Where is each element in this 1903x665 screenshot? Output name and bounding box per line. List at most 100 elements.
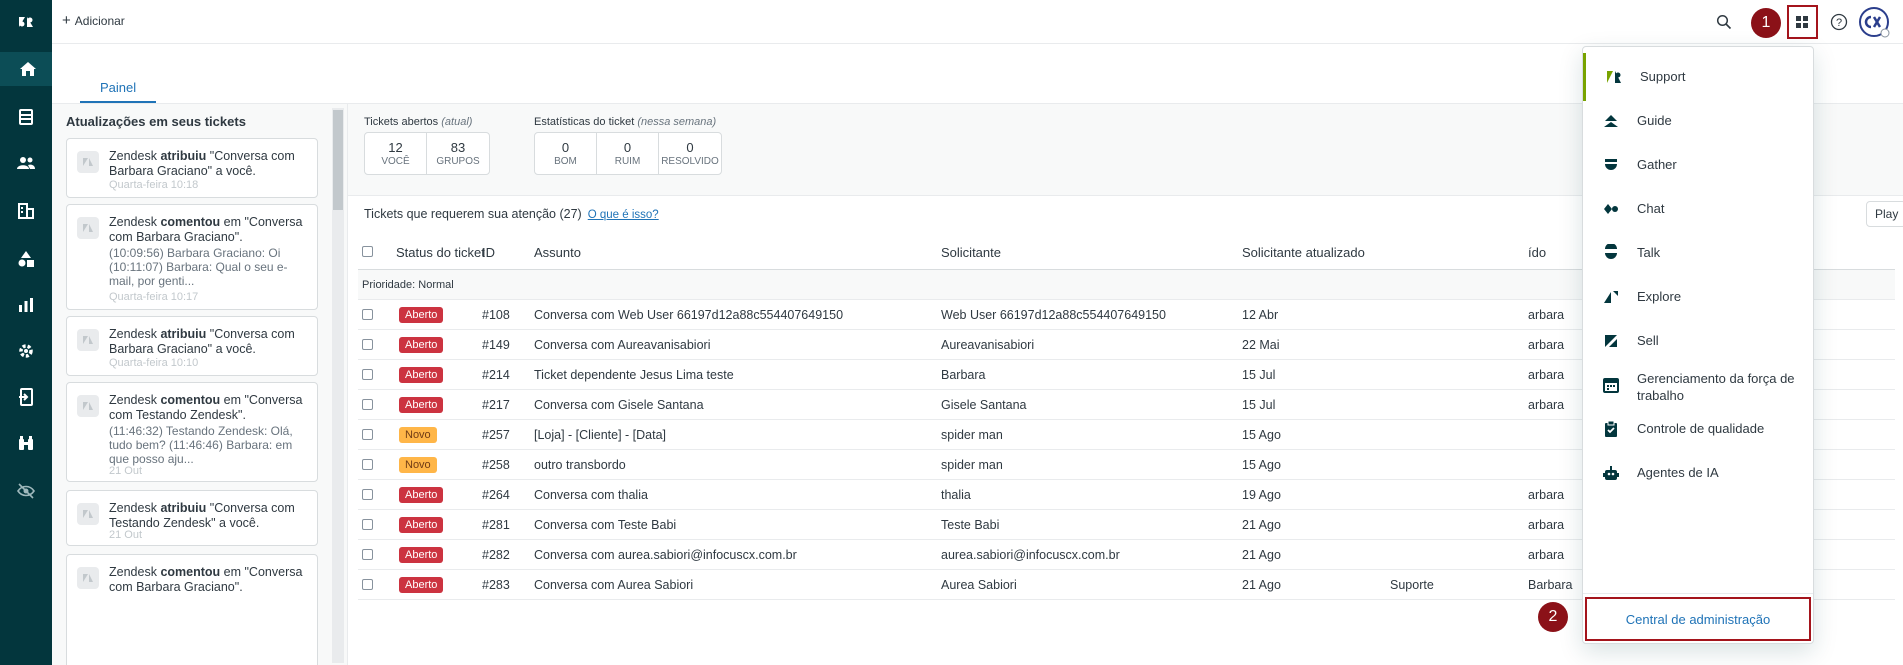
stat-solved[interactable]: 0 RESOLVIDO [659,133,721,174]
update-card[interactable]: Zendesk atribuiu "Conversa com Barbara G… [66,316,318,376]
row-checkbox[interactable] [362,339,373,350]
ticket-subject[interactable]: Conversa com aurea.sabiori@infocuscx.com… [534,548,797,562]
select-all-checkbox[interactable] [362,246,373,257]
zendesk-logo-icon[interactable] [0,0,52,44]
col-subject[interactable]: Assunto [534,245,581,260]
stat-bad[interactable]: 0 RUIM [597,133,659,174]
add-button[interactable]: + Adicionar [62,13,125,28]
row-checkbox[interactable] [362,369,373,380]
status-badge: Aberto [399,577,444,593]
update-card[interactable]: Zendesk atribuiu "Conversa com Testando … [66,490,318,546]
ticket-subject[interactable]: Conversa com Web User 66197d12a88c554407… [534,308,843,322]
ticket-updated: 15 Ago [1242,458,1281,472]
ticket-id: #149 [482,338,510,352]
tab-dashboard[interactable]: Painel [80,80,157,103]
ticket-subject[interactable]: Ticket dependente Jesus Lima teste [534,368,734,382]
play-button[interactable]: Play [1866,201,1903,227]
ticket-subject[interactable]: Conversa com Gisele Santana [534,398,704,412]
scrollbar-thumb[interactable] [333,110,343,210]
stat-label: RUIM [614,156,641,167]
update-message: (10:09:56) Barbara Graciano: Oi (10:11:0… [109,246,288,288]
ticket-stats-title: Estatísticas do ticket [534,116,635,128]
settings-icon[interactable] [0,334,52,368]
help-icon[interactable]: ? [1827,10,1851,34]
col-requester-updated[interactable]: Solicitante atualizado [1242,245,1365,260]
update-card[interactable]: Zendesk comentou em "Conversa com Testan… [66,382,318,482]
updates-scrollbar[interactable] [332,108,344,663]
menu-item-quality[interactable]: Controle de qualidade [1583,405,1813,453]
ticket-subject[interactable]: Conversa com thalia [534,488,648,502]
col-status[interactable]: Status do ticket [396,245,485,260]
admin-center-button[interactable]: Central de administração [1585,597,1811,641]
guide-icon [1601,111,1621,131]
menu-item-talk[interactable]: Talk [1583,229,1813,277]
update-text: Zendesk comentou em "Conversa com Barbar… [109,565,307,595]
row-checkbox[interactable] [362,519,373,530]
menu-item-support[interactable]: Support [1583,53,1813,101]
ticket-assignee: arbara [1528,398,1565,412]
apps-shapes-icon[interactable] [0,242,52,276]
stat-label: VOCÊ [381,156,410,167]
menu-item-gather[interactable]: Gather [1583,141,1813,189]
stat-good[interactable]: 0 BOM [535,133,597,174]
status-badge: Aberto [399,547,444,563]
menu-label: Support [1640,69,1686,84]
ticket-updated: 21 Ago [1242,518,1281,532]
ticket-id: #283 [482,578,510,592]
zendesk-app: + Adicionar 1 ? Painel Atualizações em s… [0,0,1903,665]
menu-divider [1583,593,1813,594]
menu-item-chat[interactable]: Chat [1583,185,1813,233]
ticket-assignee: arbara [1528,338,1565,352]
ticket-id: #282 [482,548,510,562]
stat-value: 0 [686,140,694,155]
menu-item-explore[interactable]: Explore [1583,273,1813,321]
zendesk-avatar-icon [77,503,99,525]
menu-item-workforce[interactable]: Gerenciamento da força de trabalho [1583,361,1813,409]
ticket-requester: Aureavanisabiori [941,338,1035,352]
row-checkbox[interactable] [362,549,373,560]
row-checkbox[interactable] [362,459,373,470]
col-assignee[interactable]: ído [1528,245,1546,260]
views-icon[interactable] [0,100,52,134]
update-card[interactable]: Zendesk atribuiu "Conversa com Barbara G… [66,138,318,198]
stat-you[interactable]: 12 VOCÊ [365,133,427,174]
ticket-subject[interactable]: Conversa com Aureavanisabiori [534,338,710,352]
product-tray-menu: Support Guide Gather Chat Talk Explore S… [1582,46,1814,644]
stat-value: 12 [388,140,403,155]
ticket-updated: 15 Jul [1242,398,1276,412]
col-requester[interactable]: Solicitante [941,245,1001,260]
binoculars-icon[interactable] [0,426,52,460]
stat-groups[interactable]: 83 GRUPOS [427,133,489,174]
stat-value: 83 [450,140,466,155]
sandbox-icon[interactable] [0,380,52,414]
col-id[interactable]: ID [482,245,495,260]
ticket-subject[interactable]: Conversa com Aurea Sabiori [534,578,693,592]
row-checkbox[interactable] [362,429,373,440]
ticket-subject[interactable]: [Loja] - [Cliente] - [Data] [534,428,666,442]
row-checkbox[interactable] [362,399,373,410]
update-card[interactable]: Zendesk comentou em "Conversa com Barbar… [66,554,318,665]
home-icon[interactable] [0,52,52,86]
ticket-stats-note: (nessa semana) [637,116,717,128]
user-avatar-icon[interactable] [1858,6,1890,38]
update-actor: Zendesk [109,149,157,163]
update-card[interactable]: Zendesk comentou em "Conversa com Barbar… [66,204,318,310]
reporting-icon[interactable] [0,288,52,322]
what-is-this-link[interactable]: O que é isso? [588,209,659,221]
eye-hidden-icon[interactable] [0,474,52,508]
ticket-subject[interactable]: outro transbordo [534,458,626,472]
row-checkbox[interactable] [362,309,373,320]
row-checkbox[interactable] [362,489,373,500]
search-icon[interactable] [1712,10,1736,34]
update-time: Quarta-feira 10:18 [109,179,199,191]
row-checkbox[interactable] [362,579,373,590]
menu-item-guide[interactable]: Guide [1583,97,1813,145]
customers-icon[interactable] [0,146,52,180]
ticket-subject[interactable]: Conversa com Teste Babi [534,518,676,532]
menu-item-sell[interactable]: Sell [1583,317,1813,365]
product-tray-icon[interactable] [1790,10,1814,34]
menu-item-ai-agents[interactable]: Agentes de IA [1583,449,1813,497]
open-tickets-title: Tickets abertos [364,116,439,128]
open-tickets-stats: Tickets abertos (atual) 12 VOCÊ 83 GRUPOS [364,116,490,175]
organizations-icon[interactable] [0,194,52,228]
